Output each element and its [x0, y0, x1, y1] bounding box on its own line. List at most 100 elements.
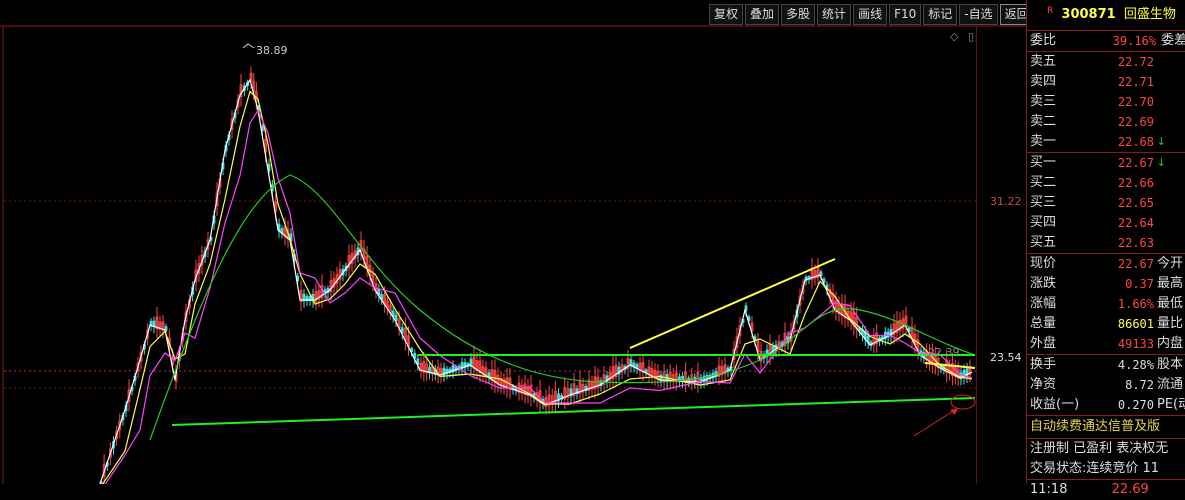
stats-row-right-label: 股本	[1157, 357, 1184, 372]
stats-row-label: 净资	[1030, 377, 1057, 392]
quote-list: 现价 22.67 今开涨跌 0.37 最高涨幅 1.66% 最低总量 86601 量比外盘 491…	[1027, 253, 1185, 354]
buy-level-2-value: 22.66	[1117, 176, 1154, 190]
stats-row: 换手 4.28% 股本	[1027, 355, 1185, 375]
axis-divider	[976, 26, 977, 484]
quote-row: 涨跌 0.37 最高	[1027, 274, 1185, 294]
quote-row-value: 22.67	[1117, 257, 1154, 271]
sell-level-4-label: 卖四	[1030, 74, 1057, 89]
fuquan-button[interactable]: 复权	[709, 4, 744, 25]
buy-level-1: 买一 22.67 ↓	[1027, 153, 1185, 173]
sell-list: 卖五 22.72 卖四 22.71 卖三 22.70 卖二 22.69 卖一 22.68 ↓	[1027, 51, 1185, 152]
sell-level-5-value: 22.72	[1117, 55, 1154, 69]
axis-label-31: 31.22	[990, 195, 1022, 208]
statistics-button[interactable]: 统计	[817, 4, 852, 25]
order-ratio-label: 委比	[1030, 33, 1057, 48]
margin-flag: R	[1047, 6, 1054, 16]
quote-row-right-label: 最低	[1157, 296, 1184, 311]
sell-level-4: 卖四 22.71	[1027, 72, 1185, 92]
sell-level-3: 卖三 22.70	[1027, 92, 1185, 112]
chart-toolbar: 复权 叠加 多股 统计 画线 F10 标记 -自选 返回	[709, 4, 1036, 25]
kline-chart[interactable]	[0, 0, 1026, 493]
quote-row-right-label: 内盘	[1157, 336, 1184, 351]
peak-price-label: 38.89	[256, 44, 288, 57]
sell-level-1: 卖一 22.68 ↓	[1027, 132, 1185, 152]
buy-level-1-value: 22.67	[1117, 156, 1154, 170]
buy-level-4-label: 买四	[1030, 215, 1057, 230]
tick-time: 11:18	[1030, 482, 1068, 497]
order-ratio-value: 39.16%	[1112, 34, 1156, 48]
stats-list: 换手 4.28% 股本净资 8.72 流通收益(一) 0.270 PE(动	[1027, 354, 1185, 415]
stock-name: 回盛生物	[1123, 7, 1176, 22]
annotation-circle	[950, 394, 976, 410]
buy-level-5-label: 买五	[1030, 235, 1057, 250]
sell-level-1-label: 卖一	[1030, 134, 1057, 149]
sell-level-1-value: 22.68	[1117, 135, 1154, 149]
stats-row-label: 收益(一)	[1030, 397, 1080, 412]
multi-stock-button[interactable]: 多股	[781, 4, 816, 25]
sell-level-2-label: 卖二	[1030, 114, 1057, 129]
quote-row-value: 1.66%	[1117, 297, 1154, 311]
stats-row: 净资 8.72 流通	[1027, 375, 1185, 395]
stock-code: 300871	[1061, 7, 1116, 22]
ma20-line	[99, 109, 973, 493]
quote-row-label: 外盘	[1030, 336, 1057, 351]
buy-level-1-label: 买一	[1030, 155, 1057, 170]
sell-level-2: 卖二 22.69	[1027, 112, 1185, 132]
quote-row-label: 总量	[1030, 316, 1057, 331]
quote-row-value: 49133	[1117, 337, 1154, 351]
info-row-2: 交易状态:连续竞价 11	[1030, 461, 1160, 476]
stats-row: 收益(一) 0.270 PE(动	[1027, 395, 1185, 415]
watchlist-button[interactable]: -自选	[959, 4, 998, 25]
draw-line-button[interactable]: 画线	[853, 4, 888, 25]
sell-level-5-label: 卖五	[1030, 54, 1057, 69]
quote-row-value: 0.37	[1125, 277, 1154, 291]
buy-level-2: 买二 22.66	[1027, 173, 1185, 193]
stock-header[interactable]: R 300871 回盛生物	[1027, 0, 1185, 31]
quote-row-value: 86601	[1117, 317, 1154, 331]
quote-row-right-label: 量比	[1157, 316, 1184, 331]
order-ratio-row: 委比 39.16% 委差	[1027, 31, 1185, 51]
quote-row-label: 涨幅	[1030, 296, 1057, 311]
stats-row-value: 8.72	[1125, 378, 1154, 392]
buy-level-5: 买五 22.63	[1027, 233, 1185, 253]
chart-corner-icons: ◇ ▯	[944, 30, 974, 43]
sell-level-4-value: 22.71	[1117, 75, 1154, 89]
window-icon[interactable]: ▯	[968, 30, 974, 43]
overlay-button[interactable]: 叠加	[745, 4, 780, 25]
annotation-arrowhead	[950, 408, 958, 415]
stats-row-right-label: PE(动	[1157, 397, 1185, 412]
concept-tags[interactable]: 自动续费通达信普及版	[1027, 415, 1185, 438]
quote-panel: R 300871 回盛生物 委比 39.16% 委差 卖五 22.72 卖四 22.7…	[1026, 0, 1185, 497]
buy-level-3-value: 22.65	[1117, 196, 1154, 210]
mark-button[interactable]: 标记	[923, 4, 958, 25]
buy-level-2-label: 买二	[1030, 175, 1057, 190]
order-diff-label: 委差	[1161, 33, 1185, 48]
sell-level-2-value: 22.69	[1117, 115, 1154, 129]
sell-level-3-label: 卖三	[1030, 94, 1057, 109]
buy-level-4: 买四 22.64	[1027, 213, 1185, 233]
diamond-icon[interactable]: ◇	[950, 30, 958, 43]
annotation-arrow	[913, 407, 959, 437]
quote-row-label: 涨跌	[1030, 276, 1057, 291]
quote-row: 涨幅 1.66% 最低	[1027, 294, 1185, 314]
buy-level-3: 买三 22.65	[1027, 193, 1185, 213]
stats-row-right-label: 流通	[1157, 377, 1184, 392]
buy-level-4-value: 22.64	[1117, 216, 1154, 230]
peak-marker	[242, 43, 255, 49]
f10-button[interactable]: F10	[889, 4, 922, 25]
sell-level-3-value: 22.70	[1117, 95, 1154, 109]
rising-trendline	[629, 258, 836, 349]
buy-level-5-value: 22.63	[1117, 236, 1154, 250]
down-arrow-icon: ↓	[1156, 135, 1166, 148]
quote-row-label: 现价	[1030, 256, 1057, 271]
buy-level-3-label: 买三	[1030, 195, 1057, 210]
quote-row: 外盘 49133 内盘	[1027, 334, 1185, 354]
axis-label-23: 23.54	[990, 351, 1022, 364]
buy-list: 买一 22.67 ↓ 买二 22.66 买三 22.65 买四 22.64 买五 22.63	[1027, 152, 1185, 253]
quote-row-right-label: 今开	[1157, 256, 1184, 271]
sell-level-5: 卖五 22.72	[1027, 52, 1185, 72]
stats-row-value: 4.28%	[1117, 358, 1154, 372]
tick-row: 11:18 22.69	[1027, 479, 1185, 500]
kline-svg[interactable]	[0, 0, 1026, 493]
quote-row-right-label: 最高	[1157, 276, 1184, 291]
